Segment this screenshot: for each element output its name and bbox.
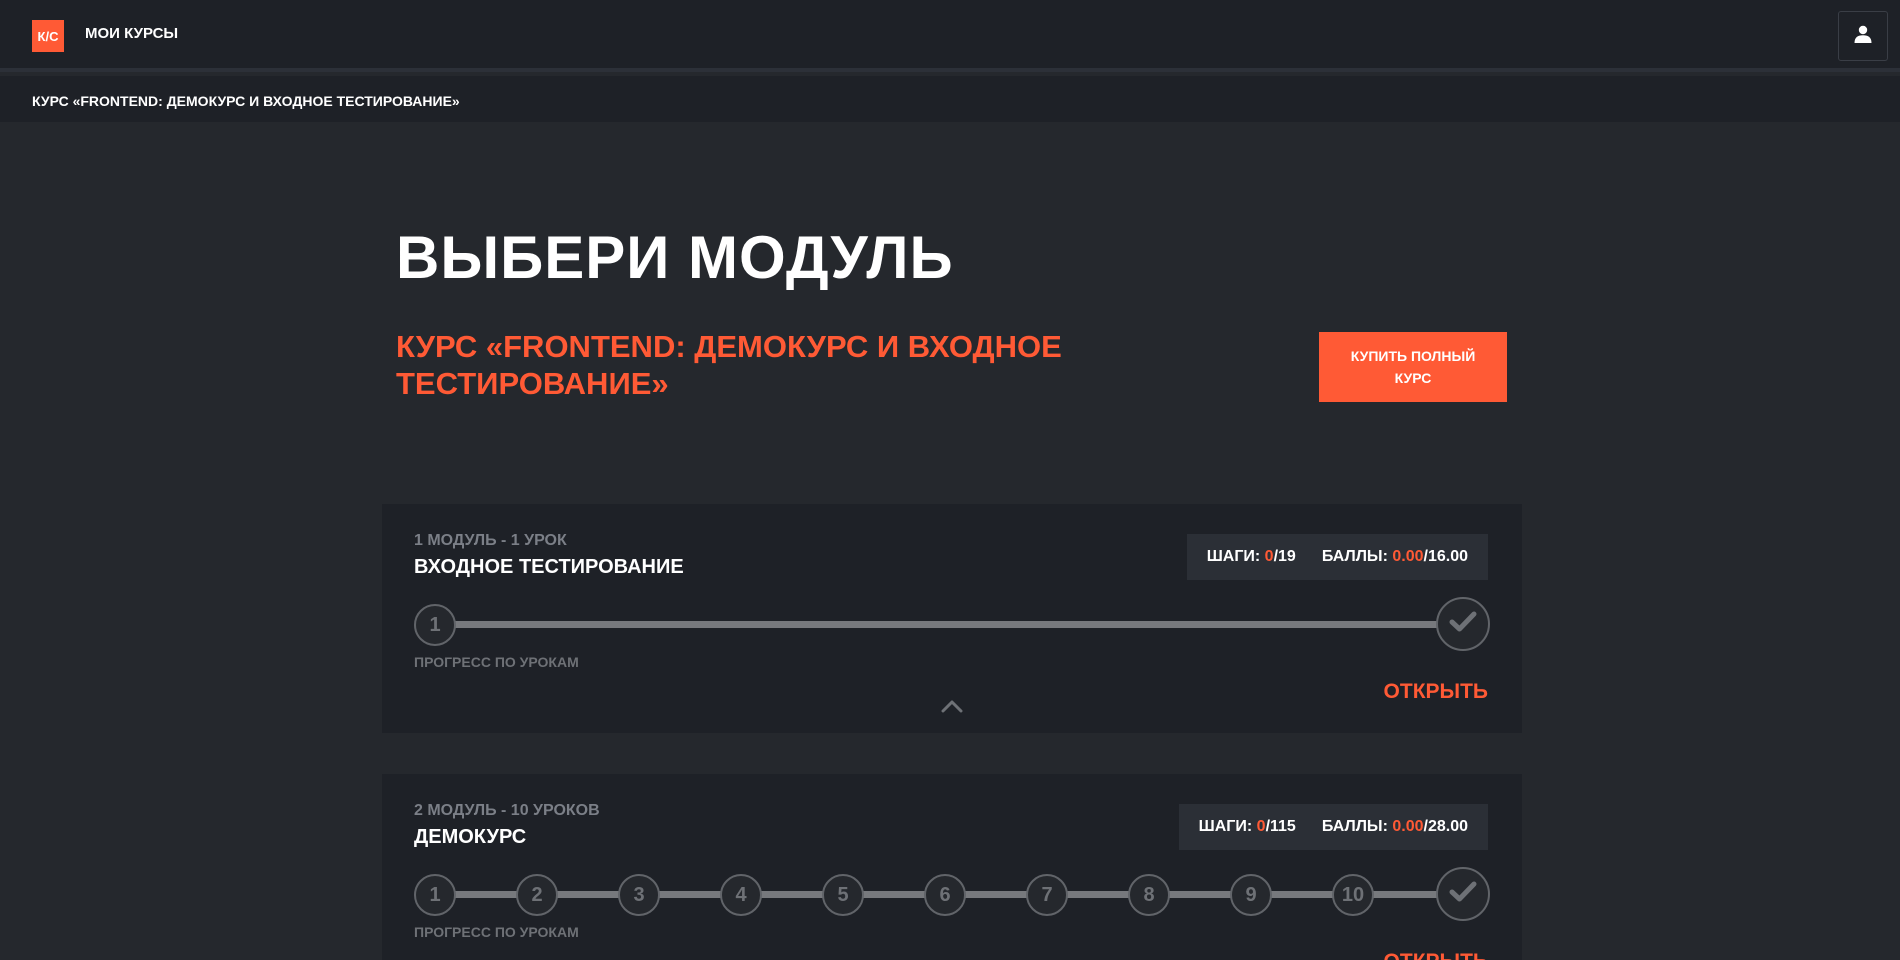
module-complete-marker xyxy=(1436,867,1490,921)
breadcrumb[interactable]: КУРС «FRONTEND: ДЕМОКУРС И ВХОДНОЕ ТЕСТИ… xyxy=(32,93,460,109)
module-card: 1 МОДУЛЬ - 1 УРОК ВХОДНОЕ ТЕСТИРОВАНИЕ Ш… xyxy=(382,504,1522,733)
module-card: 2 МОДУЛЬ - 10 УРОКОВ ДЕМОКУРС ШАГИ: 0/11… xyxy=(382,774,1522,960)
check-icon xyxy=(1449,611,1477,638)
my-courses-link[interactable]: МОИ КУРСЫ xyxy=(85,25,178,42)
user-menu-button[interactable] xyxy=(1838,11,1888,61)
steps-total: /115 xyxy=(1265,818,1296,835)
points-label: БАЛЛЫ: xyxy=(1321,818,1388,835)
steps-label: ШАГИ: xyxy=(1206,548,1261,565)
lesson-step[interactable]: 4 xyxy=(720,874,762,916)
page-title: ВЫБЕРИ МОДУЛЬ xyxy=(396,224,954,291)
points-label: БАЛЛЫ: xyxy=(1321,548,1388,565)
lesson-step[interactable]: 3 xyxy=(618,874,660,916)
course-title: КУРС «FRONTEND: ДЕМОКУРС И ВХОДНОЕ ТЕСТИ… xyxy=(396,329,1062,401)
module-meta: 1 МОДУЛЬ - 1 УРОК xyxy=(414,532,567,549)
check-icon xyxy=(1449,881,1477,908)
lesson-progress-track: 1 xyxy=(414,597,1490,651)
open-module-button[interactable]: ОТКРЫТЬ xyxy=(1384,680,1488,704)
lesson-step[interactable]: 1 xyxy=(414,604,456,646)
steps-stat: ШАГИ: 0/115 xyxy=(1199,818,1296,836)
points-stat: БАЛЛЫ: 0.00/16.00 xyxy=(1322,548,1468,566)
lesson-step[interactable]: 1 xyxy=(414,874,456,916)
lesson-progress-track: 1 2 3 4 5 6 7 8 9 10 xyxy=(414,867,1490,921)
lesson-step[interactable]: 8 xyxy=(1128,874,1170,916)
logo[interactable]: К/С xyxy=(32,20,64,52)
steps-label: ШАГИ: xyxy=(1198,818,1253,835)
chevron-up-icon xyxy=(941,699,963,718)
module-meta: 2 МОДУЛЬ - 10 УРОКОВ xyxy=(414,802,600,819)
steps-stat: ШАГИ: 0/19 xyxy=(1207,548,1296,566)
lesson-step[interactable]: 2 xyxy=(516,874,558,916)
user-icon xyxy=(1853,24,1873,49)
module-name: ВХОДНОЕ ТЕСТИРОВАНИЕ xyxy=(414,556,684,578)
module-name: ДЕМОКУРС xyxy=(414,826,527,848)
points-stat: БАЛЛЫ: 0.00/28.00 xyxy=(1322,818,1468,836)
module-stats: ШАГИ: 0/115 БАЛЛЫ: 0.00/28.00 xyxy=(1178,804,1488,850)
points-done: 0.00 xyxy=(1392,548,1424,565)
lesson-step[interactable]: 5 xyxy=(822,874,864,916)
open-module-button[interactable]: ОТКРЫТЬ xyxy=(1384,950,1488,960)
lesson-step[interactable]: 7 xyxy=(1026,874,1068,916)
steps-total: /19 xyxy=(1273,548,1296,565)
module-complete-marker xyxy=(1436,597,1490,651)
points-total: /28.00 xyxy=(1423,818,1468,835)
points-total: /16.00 xyxy=(1423,548,1468,565)
steps-done: 0 xyxy=(1264,548,1274,565)
progress-label: ПРОГРЕСС ПО УРОКАМ xyxy=(414,924,579,940)
points-done: 0.00 xyxy=(1392,818,1424,835)
top-bar: К/С МОИ КУРСЫ xyxy=(0,0,1900,72)
progress-line xyxy=(434,621,1460,628)
module-stats: ШАГИ: 0/19 БАЛЛЫ: 0.00/16.00 xyxy=(1186,534,1488,580)
buy-full-course-button[interactable]: КУПИТЬ ПОЛНЫЙ КУРС xyxy=(1319,332,1507,402)
lesson-step[interactable]: 9 xyxy=(1230,874,1272,916)
lesson-step[interactable]: 10 xyxy=(1332,874,1374,916)
breadcrumb-bar: КУРС «FRONTEND: ДЕМОКУРС И ВХОДНОЕ ТЕСТИ… xyxy=(0,76,1900,122)
steps-done: 0 xyxy=(1256,818,1266,835)
collapse-button[interactable] xyxy=(937,698,967,718)
progress-label: ПРОГРЕСС ПО УРОКАМ xyxy=(414,654,579,670)
lesson-step[interactable]: 6 xyxy=(924,874,966,916)
